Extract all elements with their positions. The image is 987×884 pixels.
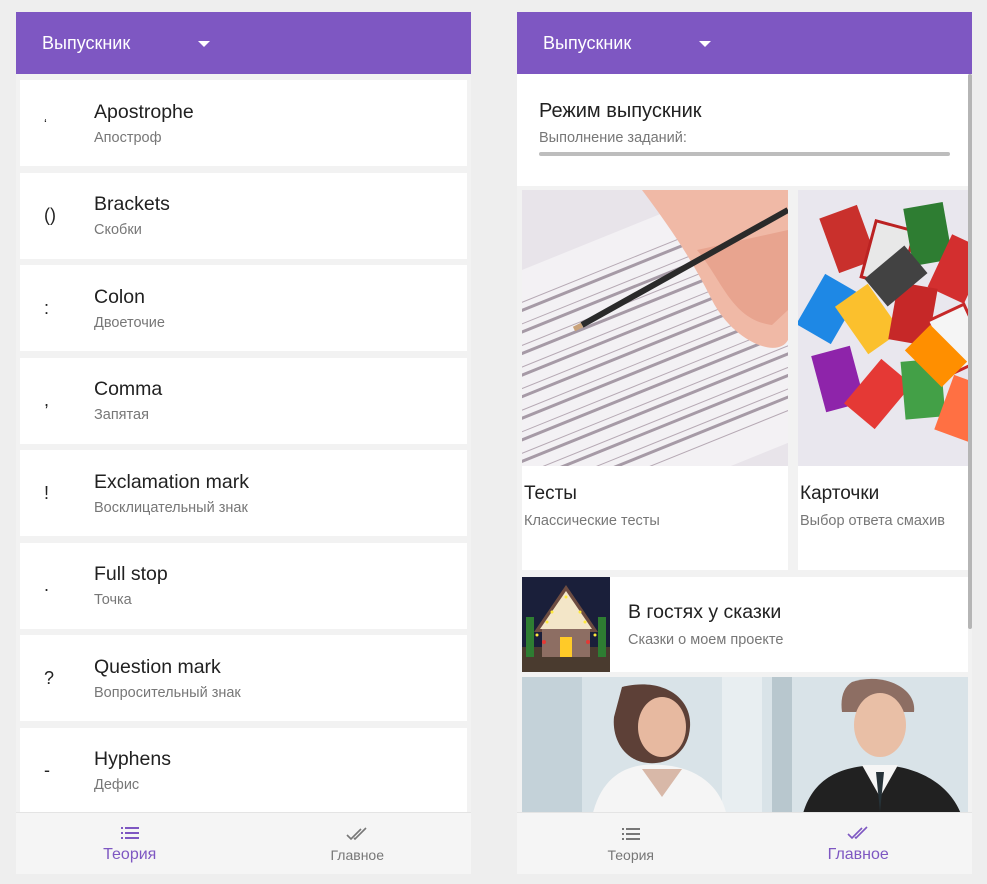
list-item[interactable]: () Brackets Скобки <box>20 172 467 259</box>
list-item[interactable]: : Colon Двоеточие <box>20 265 467 351</box>
flashcards-card[interactable]: Карточки Выбор ответа смахив <box>798 190 972 570</box>
list-item[interactable]: ? Question mark Вопросительный знак <box>20 635 467 721</box>
theory-screen: Выпускник ‘ Apostrophe Апостроф () Bracke… <box>16 12 471 874</box>
app-bar: Выпускник <box>517 12 972 74</box>
item-subtitle: Запятая <box>94 407 149 423</box>
card-title: Карточки <box>800 483 880 504</box>
list-item[interactable]: - Hyphens Дефис <box>20 727 467 814</box>
symbol: () <box>44 205 56 225</box>
symbol: ? <box>44 667 55 688</box>
progress-label: Выполнение заданий: <box>539 130 687 146</box>
app-bar: Выпускник <box>16 12 471 74</box>
item-title: Apostrophe <box>94 100 194 123</box>
list-item[interactable]: , Comma Запятая <box>20 357 467 444</box>
item-title: Question mark <box>94 655 221 678</box>
item-subtitle: Скобки <box>94 222 142 238</box>
main-screen: Выпускник Режим выпускник Выполнение зад… <box>517 12 972 874</box>
fairy-house-image <box>522 577 610 672</box>
item-title: Hyphens <box>94 748 171 770</box>
scrollbar[interactable] <box>968 74 972 629</box>
item-subtitle: Двоеточие <box>94 314 165 331</box>
item-subtitle: Апостроф <box>94 129 162 146</box>
bottom-navigation: Теория Главное <box>16 812 471 874</box>
fairy-tale-card[interactable]: В гостях у сказки Сказки о моем проекте <box>522 577 968 672</box>
item-subtitle: Восклицательный знак <box>94 499 248 516</box>
card-subtitle: Классические тесты <box>524 513 660 529</box>
mode-title: Режим выпускник <box>539 100 702 122</box>
mode-dropdown-label[interactable]: Выпускник <box>543 33 631 54</box>
list-item[interactable]: ! Exclamation mark Восклицательный знак <box>20 450 467 536</box>
nav-theory-label: Теория <box>607 847 655 863</box>
list-item[interactable]: . Full stop Точка <box>20 542 467 629</box>
caret-down-icon[interactable] <box>699 41 712 47</box>
trading-cards-image <box>798 190 972 466</box>
nav-theory[interactable]: Теория <box>16 813 244 874</box>
symbol: - <box>44 760 50 780</box>
business-people-image[interactable] <box>522 677 968 817</box>
nav-theory[interactable]: Теория <box>517 813 745 874</box>
item-subtitle: Вопросительный знак <box>94 684 241 701</box>
item-title: Exclamation mark <box>94 470 249 493</box>
symbol: . <box>44 575 50 595</box>
list-item[interactable]: ‘ Apostrophe Апостроф <box>20 80 467 166</box>
card-title: Тесты <box>524 483 577 504</box>
item-title: Brackets <box>94 193 170 215</box>
item-title: Full stop <box>94 563 168 585</box>
symbol: : <box>44 297 50 318</box>
nav-main-label: Главное <box>827 846 889 863</box>
list-icon <box>621 824 640 844</box>
double-check-icon <box>346 824 368 844</box>
double-check-icon <box>847 823 869 843</box>
item-subtitle: Точка <box>94 592 132 608</box>
punctuation-list: ‘ Apostrophe Апостроф () Brackets Скобки :… <box>20 80 467 820</box>
mode-header-card: Режим выпускник Выполнение заданий: <box>517 74 968 186</box>
item-title: Comma <box>94 378 163 400</box>
answer-sheet-image <box>522 190 788 466</box>
tests-card[interactable]: Тесты Классические тесты <box>522 190 788 570</box>
item-subtitle: Дефис <box>94 777 140 793</box>
nav-main[interactable]: Главное <box>244 813 472 874</box>
fairy-subtitle: Сказки о моем проекте <box>628 632 784 648</box>
nav-theory-label: Теория <box>103 846 157 863</box>
nav-main[interactable]: Главное <box>745 813 973 874</box>
nav-main-label: Главное <box>330 847 385 863</box>
caret-down-icon[interactable] <box>198 41 211 47</box>
progress-bar <box>539 152 950 156</box>
symbol: , <box>44 390 50 410</box>
list-icon <box>120 823 139 843</box>
card-subtitle: Выбор ответа смахив <box>800 513 945 529</box>
item-title: Colon <box>94 285 145 308</box>
fairy-title: В гостях у сказки <box>628 601 782 623</box>
symbol: ! <box>44 482 50 503</box>
mode-dropdown-label[interactable]: Выпускник <box>42 33 130 54</box>
symbol: ‘ <box>44 115 47 131</box>
bottom-navigation: Теория Главное <box>517 812 972 874</box>
